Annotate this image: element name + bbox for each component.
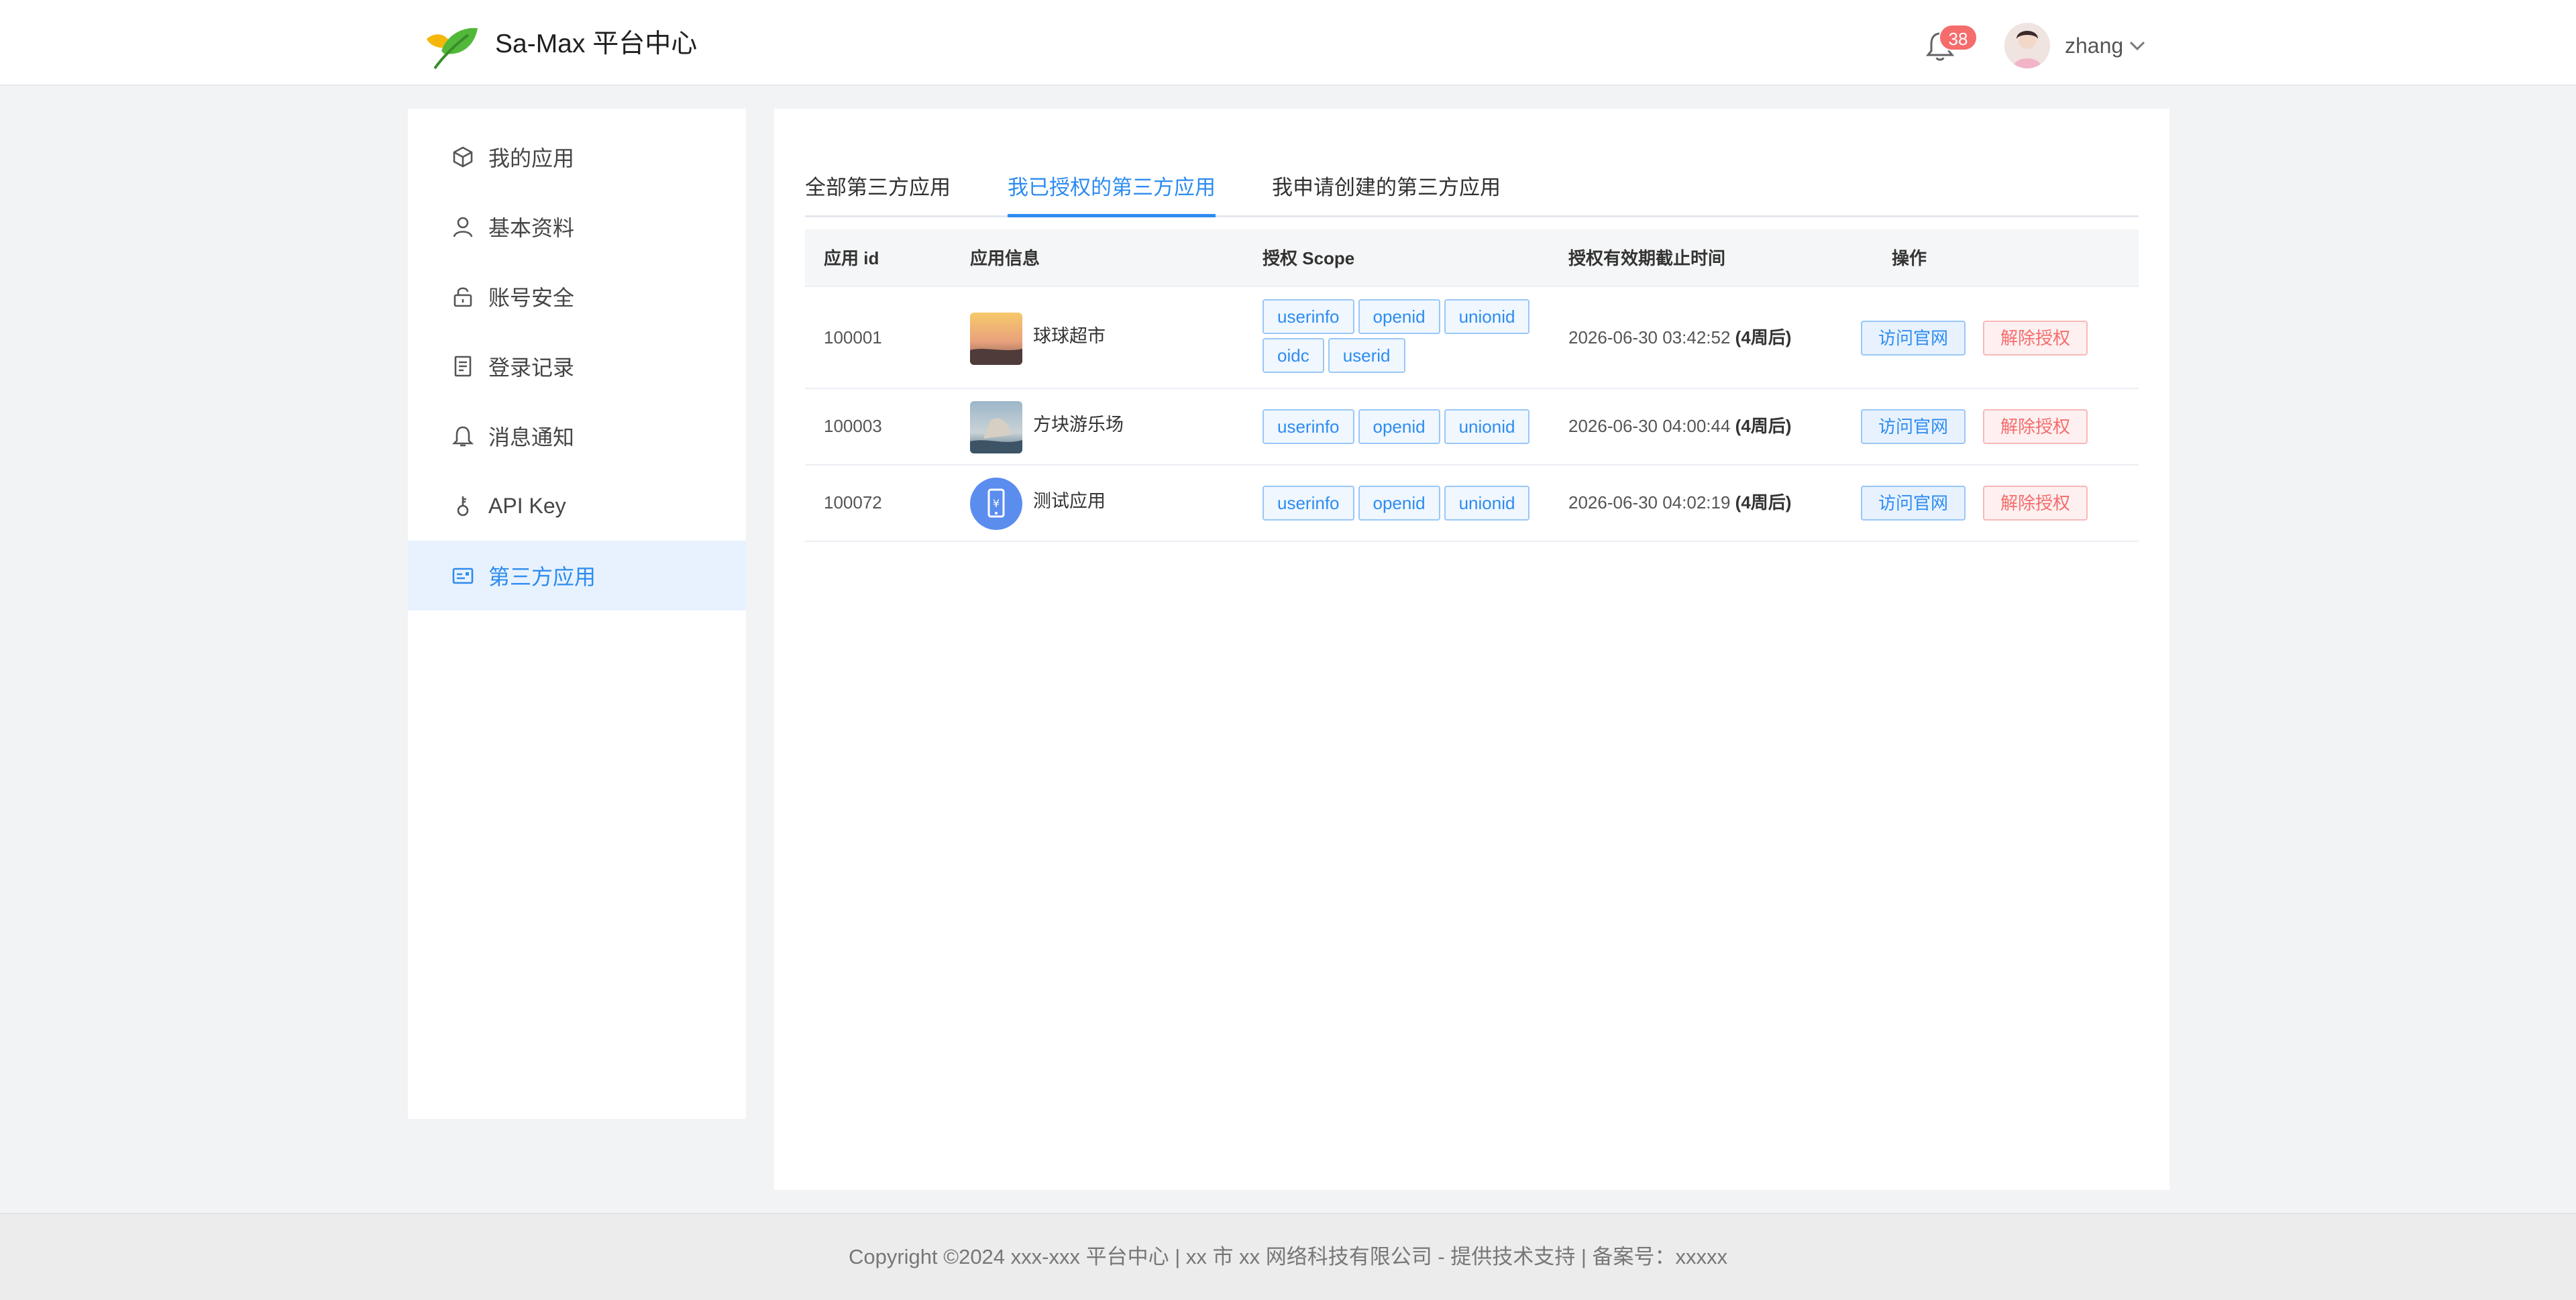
app-thumbnail-seascape — [970, 401, 1022, 453]
sidebar-menu: 我的应用 基本资料 账号安全 登录记录 消息通知 API Key 第三方应用 — [408, 109, 746, 1119]
sidebar-item-my-apps[interactable]: 我的应用 — [408, 122, 746, 192]
scope-tag: unionid — [1444, 409, 1530, 444]
scope-tag: openid — [1358, 409, 1440, 444]
app-id: 100001 — [824, 327, 882, 347]
expire-remaining: (4周后) — [1735, 327, 1792, 347]
column-header-app-id: 应用 id — [824, 248, 879, 268]
app-name: 球球超市 — [1033, 326, 1106, 346]
notification-count-badge: 38 — [1939, 24, 1978, 51]
column-header-scope: 授权 Scope — [1263, 248, 1355, 268]
scope-tags: userinfo openid unionid — [1263, 409, 1544, 448]
app-id: 100072 — [824, 492, 882, 512]
visit-website-button[interactable]: 访问官网 — [1861, 321, 1966, 356]
bell-icon — [449, 423, 476, 449]
user-avatar[interactable] — [2004, 23, 2050, 68]
scope-tag: openid — [1358, 299, 1440, 334]
scope-tag: unionid — [1444, 299, 1530, 334]
visit-website-button[interactable]: 访问官网 — [1861, 486, 1966, 521]
scope-tag: userinfo — [1263, 409, 1354, 444]
scope-tag: oidc — [1263, 338, 1324, 373]
sidebar-item-third-party-apps[interactable]: 第三方应用 — [408, 541, 746, 610]
scope-tags: userinfo openid unionid oidc userid — [1263, 299, 1544, 377]
tab-bar: 全部第三方应用 我已授权的第三方应用 我申请创建的第三方应用 — [805, 141, 2139, 217]
sidebar-item-notifications[interactable]: 消息通知 — [408, 401, 746, 471]
expire-remaining: (4周后) — [1735, 492, 1792, 512]
svg-text:¥: ¥ — [993, 497, 1000, 510]
scope-tag: userinfo — [1263, 299, 1354, 334]
scope-tag: openid — [1358, 486, 1440, 521]
expire-datetime: 2026-06-30 04:02:19 — [1568, 492, 1731, 512]
sidebar-item-label: 基本资料 — [488, 216, 575, 240]
username-label[interactable]: zhang — [2065, 32, 2123, 59]
app-thumbnail-sunset — [970, 313, 1022, 365]
chevron-down-icon[interactable] — [2128, 38, 2147, 54]
brand-title[interactable]: Sa-Max 平台中心 — [495, 27, 697, 62]
tab-authorized-apps[interactable]: 我已授权的第三方应用 — [1008, 173, 1216, 217]
top-header: Sa-Max 平台中心 38 zhang — [0, 0, 2576, 86]
key-icon — [449, 492, 476, 519]
revoke-authorization-button[interactable]: 解除授权 — [1983, 409, 2088, 444]
app-name: 方块游乐场 — [1033, 415, 1124, 435]
sidebar-item-api-key[interactable]: API Key — [408, 471, 746, 541]
revoke-authorization-button[interactable]: 解除授权 — [1983, 486, 2088, 521]
expire-datetime: 2026-06-30 04:00:44 — [1568, 416, 1731, 436]
expire-datetime: 2026-06-30 03:42:52 — [1568, 327, 1731, 347]
table-row: 100072 ¥ 测试应用 userinfo openid unionid 2026… — [805, 466, 2139, 542]
column-header-app-info: 应用信息 — [970, 248, 1040, 268]
sidebar-item-label: API Key — [488, 493, 566, 518]
app-name: 测试应用 — [1033, 491, 1106, 511]
expire-time: 2026-06-30 04:00:44 (4周后) — [1568, 415, 1791, 437]
sidebar-item-label: 第三方应用 — [488, 565, 596, 589]
revoke-authorization-button[interactable]: 解除授权 — [1983, 321, 2088, 356]
scope-tag: userid — [1328, 338, 1405, 373]
mobile-payment-icon: ¥ — [970, 478, 1022, 530]
column-header-expire-time: 授权有效期截止时间 — [1568, 248, 1726, 268]
lock-icon — [449, 283, 476, 310]
tab-all-third-party-apps[interactable]: 全部第三方应用 — [805, 173, 951, 217]
id-card-icon — [449, 562, 476, 589]
sidebar-item-login-records[interactable]: 登录记录 — [408, 331, 746, 401]
main-panel: 全部第三方应用 我已授权的第三方应用 我申请创建的第三方应用 应用 id 应用信… — [774, 109, 2169, 1190]
expire-remaining: (4周后) — [1735, 416, 1792, 436]
scope-tags: userinfo openid unionid — [1263, 486, 1544, 525]
visit-website-button[interactable]: 访问官网 — [1861, 409, 1966, 444]
expire-time: 2026-06-30 03:42:52 (4周后) — [1568, 326, 1791, 349]
user-icon — [449, 213, 476, 240]
sidebar-item-label: 登录记录 — [488, 356, 575, 380]
sidebar-item-security[interactable]: 账号安全 — [408, 262, 746, 331]
column-header-actions: 操作 — [1892, 248, 1927, 268]
page-footer: Copyright ©2024 xxx-xxx 平台中心 | xx 市 xx 网… — [0, 1213, 2576, 1300]
scope-tag: unionid — [1444, 486, 1530, 521]
sidebar-item-label: 账号安全 — [488, 286, 575, 310]
sidebar-item-label: 消息通知 — [488, 425, 575, 449]
app-id: 100003 — [824, 416, 882, 436]
table-row: 100001 球球超市 userinfo openid unionid oidc use… — [805, 287, 2139, 389]
cube-icon — [449, 144, 476, 170]
scope-tag: userinfo — [1263, 486, 1354, 521]
copyright-text: Copyright ©2024 xxx-xxx 平台中心 | xx 市 xx 网… — [848, 1245, 1728, 1268]
table-header: 应用 id 应用信息 授权 Scope 授权有效期截止时间 操作 — [805, 229, 2139, 287]
sidebar-item-label: 我的应用 — [488, 146, 575, 170]
document-icon — [449, 353, 476, 380]
tab-my-created-apps[interactable]: 我申请创建的第三方应用 — [1272, 173, 1501, 217]
table-row: 100003 方块游乐场 userinfo openid unionid 2026-… — [805, 389, 2139, 466]
expire-time: 2026-06-30 04:02:19 (4周后) — [1568, 491, 1791, 514]
leaf-logo-icon — [427, 28, 478, 70]
sidebar-item-profile[interactable]: 基本资料 — [408, 192, 746, 262]
